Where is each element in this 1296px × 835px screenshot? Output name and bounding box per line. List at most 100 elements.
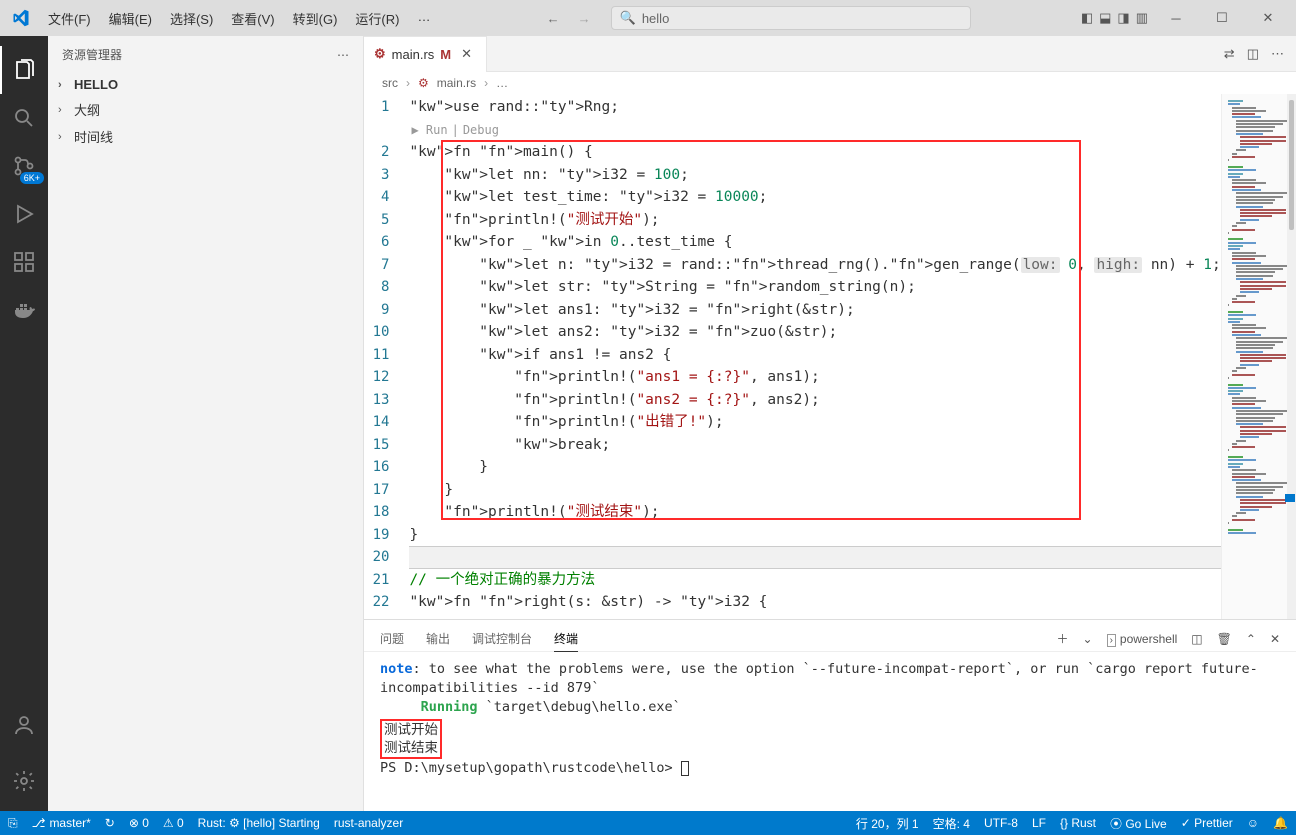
- tab-close-icon[interactable]: ✕: [457, 46, 476, 62]
- status-warnings[interactable]: ⚠ 0: [163, 816, 184, 830]
- status-bar: ⎘ ⎇ master* ↻ ⊗ 0 ⚠ 0 Rust: ⚙ [hello] St…: [0, 811, 1296, 835]
- nav-forward-icon[interactable]: →: [578, 11, 591, 26]
- terminal-content[interactable]: note: to see what the problems were, use…: [364, 652, 1296, 811]
- activity-docker[interactable]: [0, 286, 48, 334]
- command-center[interactable]: 🔍 hello: [611, 6, 971, 30]
- status-encoding[interactable]: UTF-8: [984, 815, 1018, 832]
- status-analyzer[interactable]: rust-analyzer: [334, 816, 403, 830]
- code-line[interactable]: "kw">let str: "ty">String = "fn">random_…: [409, 276, 1220, 299]
- code-line[interactable]: "kw">use rand::"ty">Rng;: [409, 96, 1220, 119]
- chevron-right-icon: ›: [58, 79, 70, 91]
- menu-file[interactable]: 文件(F): [40, 5, 99, 32]
- panel-tab-problems[interactable]: 问题: [380, 626, 404, 651]
- maximize-button[interactable]: ☐: [1202, 3, 1242, 33]
- activity-accounts[interactable]: [0, 701, 48, 749]
- status-feedback[interactable]: ☺: [1247, 815, 1259, 832]
- terminal-kill-icon[interactable]: 🗑: [1217, 632, 1232, 646]
- layout-sidebar-left-icon[interactable]: ◧: [1079, 6, 1095, 30]
- code-line[interactable]: "kw">let n: "ty">i32 = rand::"fn">thread…: [409, 254, 1220, 277]
- code-line[interactable]: "fn">println!("测试开始");: [409, 209, 1220, 232]
- layout-panel-icon[interactable]: ⬓: [1097, 6, 1113, 30]
- code-line[interactable]: [409, 546, 1220, 569]
- status-position[interactable]: 行 20，列 1: [856, 815, 919, 832]
- code-line[interactable]: "kw">fn "fn">main() {: [409, 141, 1220, 164]
- panel-maximize-icon[interactable]: ⌃: [1246, 632, 1256, 646]
- split-icon[interactable]: ◫: [1247, 46, 1259, 62]
- outline-section[interactable]: › 大纲: [48, 96, 363, 123]
- code-line[interactable]: "fn">println!("ans1 = {:?}", ans1);: [409, 366, 1220, 389]
- terminal-shell[interactable]: ›powershell: [1107, 632, 1178, 646]
- close-button[interactable]: ✕: [1248, 3, 1288, 33]
- menu-more[interactable]: …: [409, 5, 438, 32]
- code-line[interactable]: "kw">let test_time: "ty">i32 = 10000;: [409, 186, 1220, 209]
- status-spaces[interactable]: 空格: 4: [933, 815, 970, 832]
- terminal-split-icon[interactable]: ◫: [1191, 632, 1202, 646]
- compare-icon[interactable]: ⇄: [1224, 46, 1235, 62]
- status-prettier[interactable]: ✓ Prettier: [1181, 815, 1233, 832]
- code-line[interactable]: }: [409, 479, 1220, 502]
- nav-back-icon[interactable]: ←: [547, 11, 560, 26]
- code-line[interactable]: "kw">let nn: "ty">i32 = 100;: [409, 164, 1220, 187]
- status-sync[interactable]: ↻: [105, 816, 115, 830]
- explorer-more-icon[interactable]: ⋯: [337, 48, 349, 62]
- menu-edit[interactable]: 编辑(E): [101, 5, 160, 32]
- crumb-src[interactable]: src: [382, 76, 398, 90]
- code-line[interactable]: "kw">let ans2: "ty">i32 = "fn">zuo(&str)…: [409, 321, 1220, 344]
- status-branch[interactable]: ⎇ master*: [32, 816, 91, 830]
- code-content[interactable]: "kw">use rand::"ty">Rng;▶ Run|Debug"kw">…: [409, 94, 1220, 619]
- layout-sidebar-right-icon[interactable]: ◨: [1115, 6, 1131, 30]
- activity-search[interactable]: [0, 94, 48, 142]
- menu-select[interactable]: 选择(S): [162, 5, 221, 32]
- title-bar: 文件(F) 编辑(E) 选择(S) 查看(V) 转到(G) 运行(R) … ← …: [0, 0, 1296, 36]
- breadcrumb[interactable]: src › ⚙ main.rs › …: [364, 72, 1296, 94]
- status-eol[interactable]: LF: [1032, 815, 1046, 832]
- menu-run[interactable]: 运行(R): [347, 5, 407, 32]
- panel-close-icon[interactable]: ✕: [1270, 632, 1280, 646]
- folder-hello[interactable]: › HELLO: [48, 73, 363, 96]
- tabs-more-icon[interactable]: ⋯: [1271, 46, 1284, 62]
- terminal-dropdown-icon[interactable]: ⌄: [1083, 632, 1093, 646]
- status-errors[interactable]: ⊗ 0: [129, 816, 149, 830]
- code-line[interactable]: }: [409, 524, 1220, 547]
- status-remote[interactable]: ⎘: [8, 816, 18, 831]
- panel-tab-terminal[interactable]: 终端: [554, 626, 578, 652]
- activity-extensions[interactable]: [0, 238, 48, 286]
- minimize-button[interactable]: ─: [1156, 3, 1196, 33]
- scrollbar-thumb[interactable]: [1289, 100, 1294, 230]
- crumb-file[interactable]: main.rs: [437, 76, 476, 90]
- activity-explorer[interactable]: [0, 46, 48, 94]
- code-editor[interactable]: 12345678910111213141516171819202122 "kw"…: [364, 94, 1296, 619]
- activity-settings[interactable]: [0, 757, 48, 805]
- codelens-run-debug[interactable]: ▶ Run|Debug: [409, 119, 1220, 142]
- status-language[interactable]: {} Rust: [1060, 815, 1096, 832]
- terminal-new-icon[interactable]: ＋: [1057, 630, 1069, 647]
- status-bell[interactable]: 🔔: [1273, 815, 1288, 832]
- code-line[interactable]: }: [409, 456, 1220, 479]
- code-line[interactable]: "fn">println!("出错了!");: [409, 411, 1220, 434]
- panel-tab-debug-console[interactable]: 调试控制台: [472, 626, 532, 651]
- code-line[interactable]: "kw">for _ "kw">in 0..test_time {: [409, 231, 1220, 254]
- activity-run-debug[interactable]: [0, 190, 48, 238]
- code-line[interactable]: "fn">println!("测试结束");: [409, 501, 1220, 524]
- crumb-more[interactable]: …: [496, 76, 508, 90]
- layout-custom-icon[interactable]: ▥: [1134, 6, 1150, 30]
- timeline-section[interactable]: › 时间线: [48, 123, 363, 150]
- code-line[interactable]: "kw">fn "fn">right(s: &str) -> "ty">i32 …: [409, 591, 1220, 614]
- menu-goto[interactable]: 转到(G): [285, 5, 346, 32]
- code-line[interactable]: "kw">break;: [409, 434, 1220, 457]
- explorer-header: 资源管理器 ⋯: [48, 36, 363, 73]
- minimap[interactable]: [1221, 94, 1287, 619]
- vertical-scrollbar[interactable]: [1287, 94, 1296, 619]
- tab-filename: main.rs: [392, 47, 435, 62]
- code-line[interactable]: "kw">if ans1 != ans2 {: [409, 344, 1220, 367]
- tab-main-rs[interactable]: ⚙ main.rs M ✕: [364, 36, 487, 72]
- panel-tab-output[interactable]: 输出: [426, 626, 450, 651]
- code-line[interactable]: "kw">let ans1: "ty">i32 = "fn">right(&st…: [409, 299, 1220, 322]
- term-running-label: Running: [421, 699, 478, 715]
- status-rust[interactable]: Rust: ⚙ [hello] Starting: [198, 816, 320, 830]
- activity-source-control[interactable]: 6K+: [0, 142, 48, 190]
- code-line[interactable]: // 一个绝对正确的暴力方法: [409, 569, 1220, 592]
- code-line[interactable]: "fn">println!("ans2 = {:?}", ans2);: [409, 389, 1220, 412]
- status-golive[interactable]: ⦿ Go Live: [1110, 815, 1167, 832]
- menu-view[interactable]: 查看(V): [223, 5, 282, 32]
